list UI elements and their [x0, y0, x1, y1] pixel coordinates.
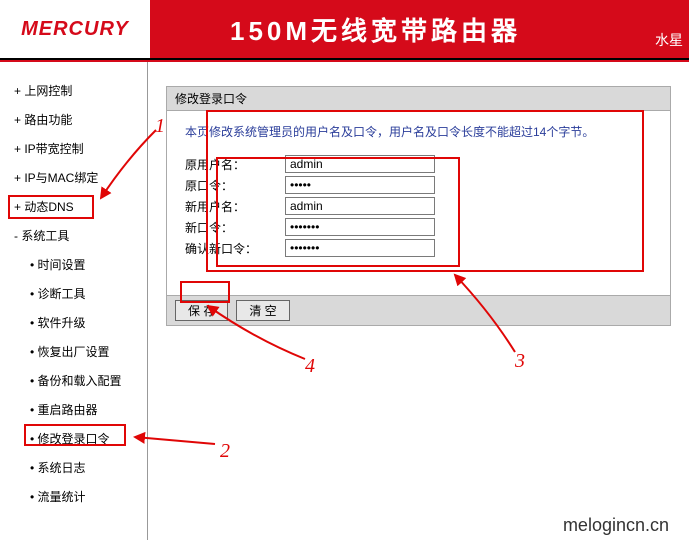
panel-description: 本页修改系统管理员的用户名及口令，用户名及口令长度不能超过14个字节。 [185, 123, 652, 141]
sidebar-sub-time[interactable]: 时间设置 [12, 250, 147, 279]
label-old-user: 原用户名： [185, 156, 285, 173]
label-new-pass: 新口令： [185, 219, 285, 236]
watermark: melogincn.cn [563, 515, 669, 536]
clear-button[interactable]: 清 空 [236, 300, 289, 321]
sidebar-sub-reboot[interactable]: 重启路由器 [12, 395, 147, 424]
button-row: 保 存 清 空 [166, 296, 671, 326]
input-new-user[interactable] [285, 197, 435, 215]
sidebar-sub-backup[interactable]: 备份和载入配置 [12, 366, 147, 395]
label-new-user: 新用户名： [185, 198, 285, 215]
sidebar-sub-traffic[interactable]: 流量统计 [12, 482, 147, 511]
sidebar-sub-factory[interactable]: 恢复出厂设置 [12, 337, 147, 366]
save-button[interactable]: 保 存 [175, 300, 228, 321]
input-new-pass[interactable] [285, 218, 435, 236]
sidebar-item-bandwidth[interactable]: IP带宽控制 [12, 134, 147, 163]
input-old-user[interactable] [285, 155, 435, 173]
sidebar-sub-diag[interactable]: 诊断工具 [12, 279, 147, 308]
sidebar-item-ddns[interactable]: 动态DNS [12, 192, 147, 221]
label-old-pass: 原口令： [185, 177, 285, 194]
sidebar-item-ipmac[interactable]: IP与MAC绑定 [12, 163, 147, 192]
sidebar-sub-password[interactable]: 修改登录口令 [12, 424, 147, 453]
panel-body: 本页修改系统管理员的用户名及口令，用户名及口令长度不能超过14个字节。 原用户名… [166, 111, 671, 296]
header: MERCURY 150M无线宽带路由器 水星 [0, 0, 689, 58]
sidebar: 上网控制 路由功能 IP带宽控制 IP与MAC绑定 动态DNS 系统工具 时间设… [0, 62, 148, 540]
sidebar-item-routing[interactable]: 路由功能 [12, 105, 147, 134]
input-old-pass[interactable] [285, 176, 435, 194]
logo-text: MERCURY [21, 18, 129, 41]
header-title: 150M无线宽带路由器 [230, 11, 521, 48]
header-right: 水星 [655, 30, 683, 50]
sidebar-sub-upgrade[interactable]: 软件升级 [12, 308, 147, 337]
input-confirm-pass[interactable] [285, 239, 435, 257]
sidebar-item-system-tools[interactable]: 系统工具 [12, 221, 147, 250]
sidebar-item-access-control[interactable]: 上网控制 [12, 76, 147, 105]
panel-title: 修改登录口令 [166, 86, 671, 111]
sidebar-sub-syslog[interactable]: 系统日志 [12, 453, 147, 482]
logo-box: MERCURY [0, 0, 150, 58]
content-area: 修改登录口令 本页修改系统管理员的用户名及口令，用户名及口令长度不能超过14个字… [148, 62, 689, 540]
label-confirm-pass: 确认新口令： [185, 240, 285, 257]
